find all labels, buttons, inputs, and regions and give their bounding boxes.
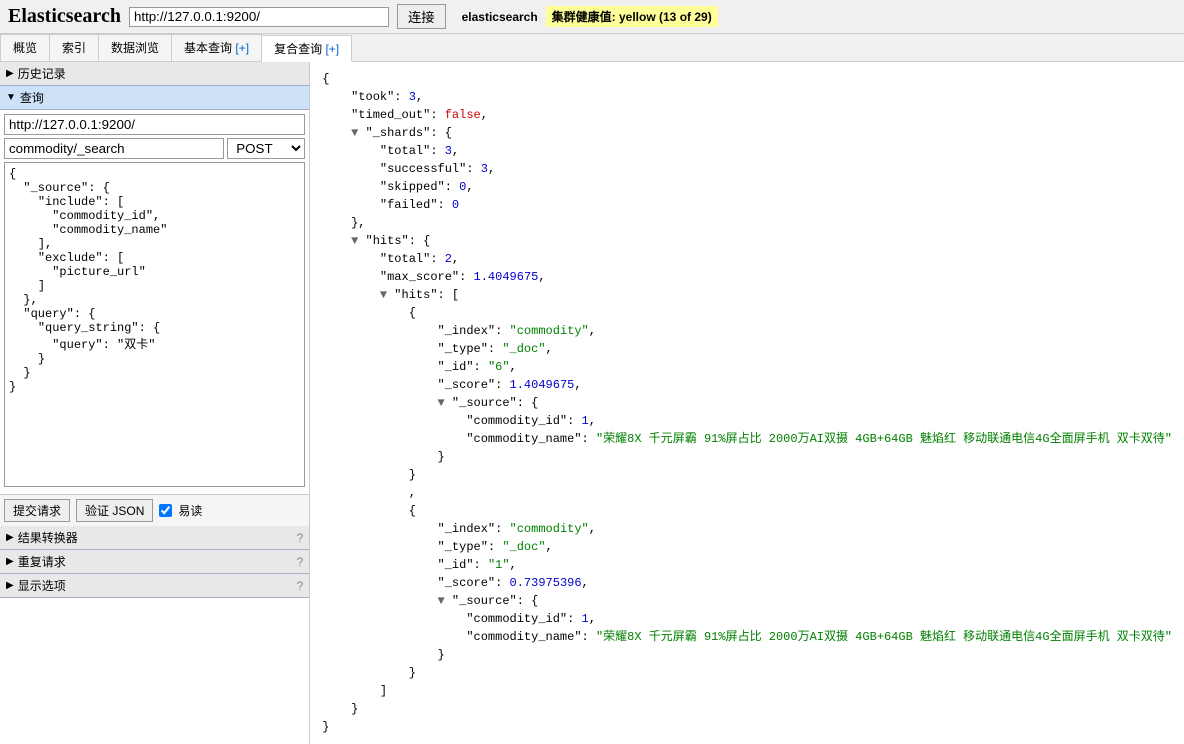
- cluster-url-input[interactable]: [129, 7, 389, 27]
- help-icon[interactable]: ?: [297, 579, 304, 593]
- collapse-toggle-icon[interactable]: ▼: [438, 396, 445, 410]
- app-name-label: elasticsearch: [462, 10, 538, 24]
- query-label: 查询: [20, 89, 44, 106]
- plus-icon: [+]: [235, 41, 249, 55]
- chevron-right-icon: ▶: [6, 580, 14, 591]
- repeat-label: 重复请求: [18, 553, 66, 570]
- tab-basic-query[interactable]: 基本查询 [+]: [171, 34, 262, 61]
- collapse-toggle-icon[interactable]: ▼: [438, 594, 445, 608]
- logo: Elasticsearch: [8, 5, 121, 28]
- tab-indices[interactable]: 索引: [49, 34, 99, 61]
- plus-icon: [+]: [325, 42, 339, 56]
- query-body-textarea[interactable]: [4, 162, 305, 487]
- chevron-right-icon: ▶: [6, 68, 14, 79]
- sidebar: ▶ 历史记录 ▼ 查询 POST 提交请求 验证 JSON 易读 ▶ 结果转换器: [0, 62, 310, 744]
- query-url-input[interactable]: [4, 114, 305, 135]
- header-bar: Elasticsearch 连接 elasticsearch 集群健康值: ye…: [0, 0, 1184, 34]
- tab-browse[interactable]: 数据浏览: [98, 34, 172, 61]
- submit-button[interactable]: 提交请求: [4, 499, 70, 522]
- connect-button[interactable]: 连接: [397, 4, 446, 29]
- display-options-header[interactable]: ▶ 显示选项 ?: [0, 574, 309, 598]
- result-transform-header[interactable]: ▶ 结果转换器 ?: [0, 526, 309, 550]
- tab-compound-query[interactable]: 复合查询 [+]: [261, 35, 352, 62]
- display-opts-label: 显示选项: [18, 577, 66, 594]
- query-path-input[interactable]: [4, 138, 224, 159]
- repeat-request-header[interactable]: ▶ 重复请求 ?: [0, 550, 309, 574]
- chevron-right-icon: ▶: [6, 556, 14, 567]
- query-section-header[interactable]: ▼ 查询: [0, 86, 309, 110]
- collapse-toggle-icon[interactable]: ▼: [351, 234, 358, 248]
- response-panel: { "took": 3, "timed_out": false, ▼ "_sha…: [310, 62, 1184, 744]
- tab-bar: 概览 索引 数据浏览 基本查询 [+] 复合查询 [+]: [0, 34, 1184, 62]
- history-label: 历史记录: [18, 65, 66, 82]
- cluster-health-badge: 集群健康值: yellow (13 of 29): [546, 6, 718, 27]
- readable-label: 易读: [178, 502, 202, 519]
- result-transform-label: 结果转换器: [18, 529, 78, 546]
- help-icon[interactable]: ?: [297, 555, 304, 569]
- chevron-right-icon: ▶: [6, 532, 14, 543]
- chevron-down-icon: ▼: [6, 92, 16, 103]
- method-select[interactable]: POST: [227, 138, 305, 159]
- history-section-header[interactable]: ▶ 历史记录: [0, 62, 309, 86]
- collapse-toggle-icon[interactable]: ▼: [351, 126, 358, 140]
- tab-overview[interactable]: 概览: [0, 34, 50, 61]
- readable-checkbox[interactable]: [159, 504, 172, 517]
- validate-json-button[interactable]: 验证 JSON: [76, 499, 153, 522]
- help-icon[interactable]: ?: [297, 531, 304, 545]
- collapse-toggle-icon[interactable]: ▼: [380, 288, 387, 302]
